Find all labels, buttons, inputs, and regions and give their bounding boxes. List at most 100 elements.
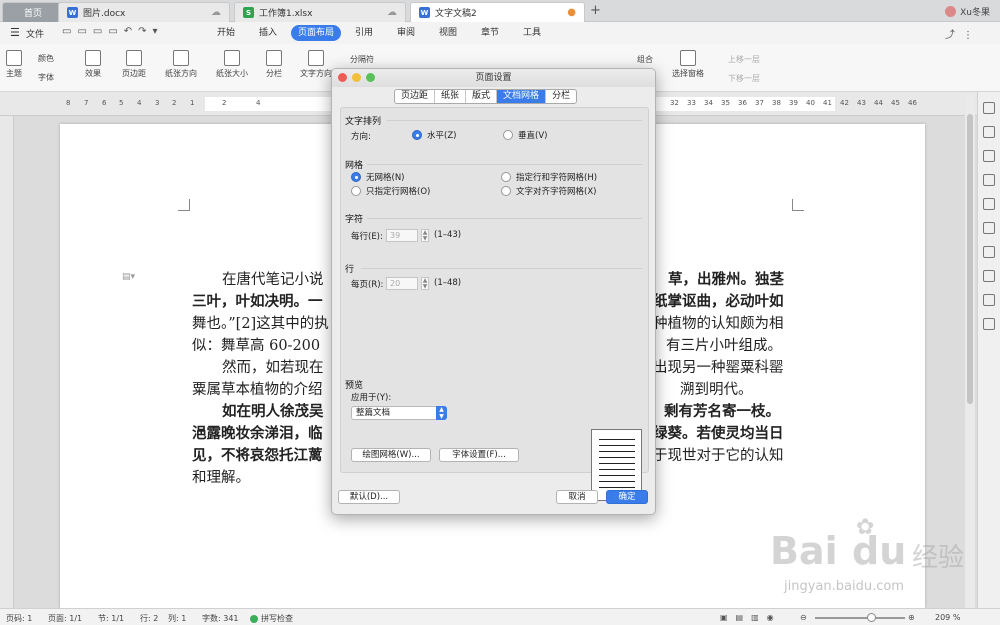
grid-snap-chars-radio[interactable]: 文字对齐字符网格(X) (501, 185, 596, 197)
document-text-line[interactable]: 有三片小叶组成。 (666, 334, 782, 355)
menu-view[interactable]: 视图 (432, 25, 464, 41)
document-text-line[interactable]: 舞也。”[2]这其中的执 (192, 312, 329, 333)
grid-none-radio[interactable]: 无网格(N) (351, 171, 405, 183)
history-icon[interactable] (983, 294, 995, 306)
direction-vertical-radio[interactable]: 垂直(V) (503, 129, 547, 141)
zoom-slider[interactable] (815, 617, 905, 619)
text-direction-button[interactable]: 文字方向 (300, 50, 332, 79)
document-text-line[interactable]: 粟属草本植物的介绍 (192, 378, 323, 399)
font-button[interactable]: 字体 (38, 72, 54, 83)
bring-forward-button[interactable]: 上移一层 (728, 54, 760, 65)
font-setting-button[interactable]: 字体设置(F)... (439, 448, 519, 462)
zoom-out-icon[interactable]: ⊖ (800, 613, 807, 622)
tab-picture-doc[interactable]: W 图片.docx ☁ (58, 2, 230, 22)
share-doc-icon[interactable] (983, 318, 995, 330)
document-text-line[interactable]: 浥露晚妆余涕泪，临 (192, 422, 323, 443)
edit-icon[interactable] (983, 126, 995, 138)
quick-access-icons[interactable]: ▭▭▭▭↶↷▾ (62, 26, 164, 37)
settings-icon[interactable] (983, 270, 995, 282)
tab-home[interactable]: 首页 (2, 2, 64, 22)
vertical-ruler[interactable] (0, 116, 14, 608)
grid-lines-chars-radio[interactable]: 指定行和字符网格(H) (501, 171, 597, 183)
columns-button[interactable]: 分栏 (266, 50, 282, 79)
baidu-watermark: Bai ✿ du 经验 jingyan.baidu.com (770, 515, 990, 605)
document-text-line[interactable]: 在唐代笔记小说 (222, 268, 324, 289)
cancel-button[interactable]: 取消 (556, 490, 598, 504)
apply-to-select[interactable]: 整篇文档 ▲ ▼ (351, 406, 447, 420)
separator-button[interactable]: 分隔符 (350, 54, 374, 65)
close-window-button[interactable] (338, 73, 347, 82)
new-tab-button[interactable]: + (590, 3, 601, 18)
document-text-line[interactable]: 草，出雅州。独茎 (668, 268, 784, 289)
document-text-line[interactable]: 剩有芳名寄一枝。 (664, 400, 780, 421)
tab-layout[interactable]: 版式 (466, 90, 498, 103)
lock-icon[interactable] (983, 246, 995, 258)
tab-margins[interactable]: 页边距 (395, 90, 436, 103)
user-account[interactable]: Xu冬果 (945, 5, 990, 18)
margin-button[interactable]: 页边距 (122, 50, 146, 79)
tab-workbook[interactable]: S 工作簿1.xlsx ☁ (234, 2, 406, 22)
pointer-icon[interactable] (983, 222, 995, 234)
lines-stepper[interactable]: ▲ ▼ (421, 277, 429, 290)
document-text-line[interactable]: 如在明人徐茂吴 (222, 400, 324, 421)
document-text-line[interactable]: 似：舞草高 60-200 (192, 334, 320, 355)
document-text-line[interactable]: 溯到明代。 (680, 378, 753, 399)
lines-per-page-input[interactable]: 20 (386, 277, 418, 290)
menu-review[interactable]: 审阅 (390, 25, 422, 41)
spell-check-button[interactable]: 拼写检查 (250, 613, 293, 624)
document-text-line[interactable]: 见，不将哀怨托江蓠 (192, 444, 323, 465)
style-icon[interactable] (983, 174, 995, 186)
orientation-button[interactable]: 纸张方向 (165, 50, 197, 79)
document-text-line[interactable]: 种植物的认知颇为相 (653, 312, 784, 333)
status-bar: 页码: 1 页面: 1/1 节: 1/1 行: 2 列: 1 字数: 341 拼… (0, 608, 1000, 625)
size-button[interactable]: 纸张大小 (216, 50, 248, 79)
menu-start[interactable]: 开始 (210, 25, 242, 41)
zoom-in-icon[interactable]: ⊕ (908, 613, 915, 622)
hamburger-icon[interactable]: ☰ (10, 26, 20, 39)
theme-button[interactable]: 主题 (6, 50, 22, 79)
document-text-line[interactable]: 然而，如若现在 (222, 356, 324, 377)
document-text-line[interactable]: 三叶，叶如决明。一 (192, 290, 323, 311)
tab-text-doc2[interactable]: W 文字文稿2 ● (410, 2, 585, 22)
zoom-window-button[interactable] (366, 73, 375, 82)
send-backward-button[interactable]: 下移一层 (728, 73, 760, 84)
navigate-icon[interactable] (983, 198, 995, 210)
ok-button[interactable]: 确定 (606, 490, 648, 504)
default-button[interactable]: 默认(D)... (338, 490, 400, 504)
document-text-line[interactable]: 纸掌讴曲，必动叶如 (653, 290, 784, 311)
zoom-slider-handle[interactable] (867, 613, 876, 622)
arrow-up-icon[interactable] (983, 102, 995, 114)
zoom-level[interactable]: 209 % (935, 613, 960, 622)
draw-grid-button[interactable]: 绘图网格(W)... (351, 448, 431, 462)
menu-tools[interactable]: 工具 (516, 25, 548, 41)
status-word-count[interactable]: 字数: 341 (202, 613, 239, 624)
group-button[interactable]: 组合 (637, 54, 653, 65)
paragraph-handle-icon[interactable]: ▤▾ (122, 272, 135, 282)
menu-page-layout[interactable]: 页面布局 (291, 25, 342, 41)
menu-insert[interactable]: 插入 (252, 25, 284, 41)
tab-paper[interactable]: 纸张 (435, 90, 467, 103)
grid-lines-only-radio[interactable]: 只指定行网格(O) (351, 185, 430, 197)
share-icon[interactable]: ⤴⋮ (945, 26, 981, 41)
selection-pane-button[interactable]: 选择窗格 (672, 50, 704, 79)
chars-per-line-input[interactable]: 39 (386, 229, 418, 242)
document-text-line[interactable]: 和理解。 (192, 466, 250, 487)
shapes-icon[interactable] (983, 150, 995, 162)
color-button[interactable]: 颜色 (38, 53, 54, 64)
tab-document-grid[interactable]: 文档网格 (497, 90, 547, 103)
document-text-line[interactable]: 于现世对于它的认知 (653, 444, 784, 465)
file-menu[interactable]: 文件 (26, 27, 44, 40)
menu-reference[interactable]: 引用 (348, 25, 380, 41)
document-text-line[interactable]: 绿葵。若使灵均当日 (653, 422, 784, 443)
minimize-window-button[interactable] (352, 73, 361, 82)
chars-range: (1–43) (434, 230, 462, 240)
tab-columns[interactable]: 分栏 (546, 90, 576, 103)
text-direction-icon (308, 50, 324, 66)
effect-button[interactable]: 效果 (85, 50, 101, 79)
direction-horizontal-radio[interactable]: 水平(Z) (412, 129, 456, 141)
document-text-line[interactable]: 出现另一种罂粟科罂 (653, 356, 784, 377)
view-mode-icons[interactable]: ▣▤▥◉ (720, 613, 782, 622)
menu-chapter[interactable]: 章节 (474, 25, 506, 41)
scroll-thumb[interactable] (967, 114, 973, 404)
chars-stepper[interactable]: ▲ ▼ (421, 229, 429, 242)
